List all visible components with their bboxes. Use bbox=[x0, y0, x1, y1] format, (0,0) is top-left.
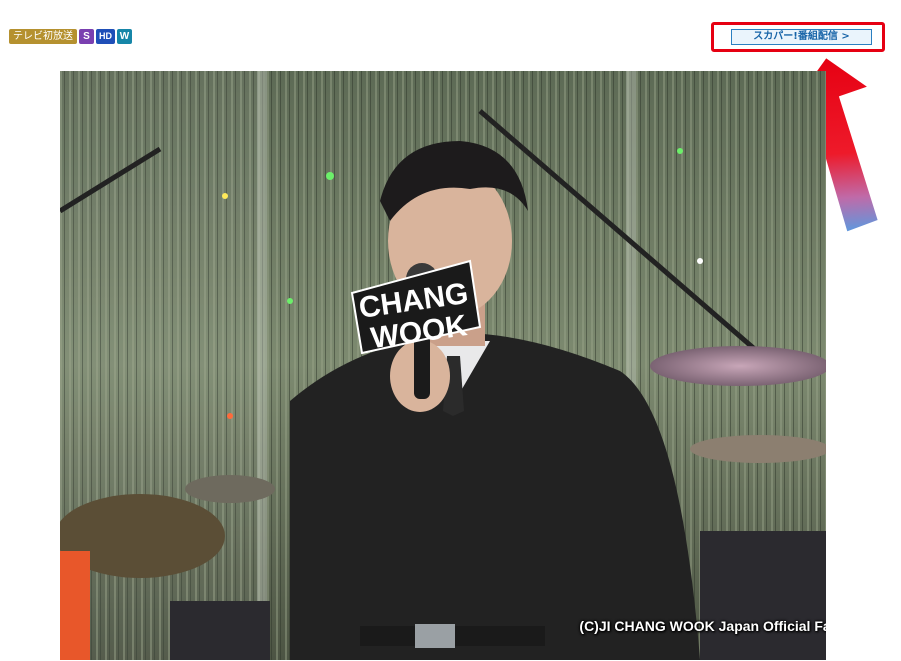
tv-first-broadcast-badge: テレビ初放送 bbox=[9, 29, 77, 44]
event-photo: CHANG WOOK (C)JI CHANG WOOK Japan Offici… bbox=[60, 71, 826, 660]
hd-badge: HD bbox=[96, 29, 115, 44]
broadcast-badges: テレビ初放送 S HD W bbox=[9, 29, 132, 44]
w-badge: W bbox=[117, 29, 132, 44]
photo-credit: (C)JI CHANG WOOK Japan Official Fanclub bbox=[579, 618, 826, 634]
s-channel-badge: S bbox=[79, 29, 94, 44]
skyperfect-program-delivery-button[interactable]: スカパー!番組配信 > bbox=[731, 29, 872, 45]
